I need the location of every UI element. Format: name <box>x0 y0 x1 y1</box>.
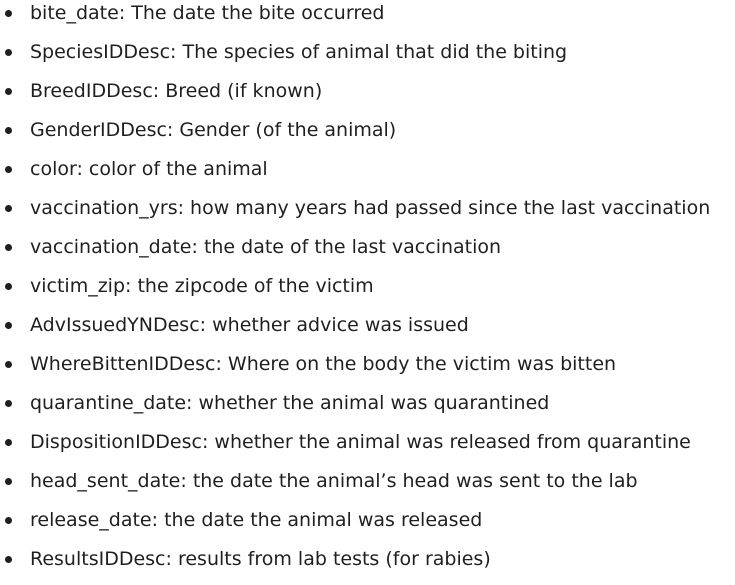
bullet-icon <box>5 361 12 368</box>
bullet-icon <box>5 439 12 446</box>
field-description: whether the animal was quarantined <box>198 392 550 414</box>
list-item: SpeciesIDDesc: The species of animal tha… <box>0 39 735 78</box>
list-item: release_date: the date the animal was re… <box>0 507 735 546</box>
list-item: ResultsIDDesc: results from lab tests (f… <box>0 546 735 585</box>
list-item: DispositionIDDesc: whether the animal wa… <box>0 429 735 468</box>
field-description: the zipcode of the victim <box>137 275 374 297</box>
field-description: Breed (if known) <box>165 80 323 102</box>
list-item: vaccination_yrs: how many years had pass… <box>0 195 735 234</box>
list-item: GenderIDDesc: Gender (of the animal) <box>0 117 735 156</box>
field-description: The species of animal that did the bitin… <box>182 41 568 63</box>
field-name: vaccination_yrs <box>30 197 178 219</box>
bullet-icon <box>5 88 12 95</box>
list-item: WhereBittenIDDesc: Where on the body the… <box>0 351 735 390</box>
list-item: color: color of the animal <box>0 156 735 195</box>
bullet-icon <box>5 283 12 290</box>
list-item: bite_date: The date the bite occurred <box>0 0 735 39</box>
list-item: quarantine_date: whether the animal was … <box>0 390 735 429</box>
field-name: head_sent_date <box>30 470 181 492</box>
list-item: vaccination_date: the date of the last v… <box>0 234 735 273</box>
field-name: AdvIssuedYNDesc <box>30 314 200 336</box>
bullet-icon <box>5 322 12 329</box>
bullet-icon <box>5 49 12 56</box>
bullet-icon <box>5 10 12 17</box>
list-item: head_sent_date: the date the animal’s he… <box>0 468 735 507</box>
bullet-icon <box>5 244 12 251</box>
field-name: SpeciesIDDesc <box>30 41 171 63</box>
field-name: release_date <box>30 509 152 531</box>
bullet-icon <box>5 478 12 485</box>
field-description: whether advice was issued <box>212 314 469 336</box>
field-name: vaccination_date <box>30 236 192 258</box>
field-description: color of the animal <box>88 158 268 180</box>
field-description: The date the bite occurred <box>131 2 385 24</box>
bullet-icon <box>5 556 12 563</box>
list-item: victim_zip: the zipcode of the victim <box>0 273 735 312</box>
field-name: DispositionIDDesc <box>30 431 202 453</box>
field-description: whether the animal was released from qua… <box>214 431 691 453</box>
bullet-icon <box>5 166 12 173</box>
list-item: AdvIssuedYNDesc: whether advice was issu… <box>0 312 735 351</box>
field-name: victim_zip <box>30 275 126 297</box>
bullet-icon <box>5 400 12 407</box>
field-description: the date of the last vaccination <box>203 236 502 258</box>
field-description: the date the animal’s head was sent to t… <box>192 470 638 492</box>
bullet-icon <box>5 205 12 212</box>
field-name: bite_date <box>30 2 119 24</box>
field-description: how many years had passed since the last… <box>190 197 711 219</box>
field-name: WhereBittenIDDesc <box>30 353 216 375</box>
field-description: Gender (of the animal) <box>179 119 397 141</box>
bullet-icon <box>5 127 12 134</box>
field-name: color <box>30 158 77 180</box>
bullet-icon <box>5 517 12 524</box>
field-name: GenderIDDesc <box>30 119 167 141</box>
list-item: BreedIDDesc: Breed (if known) <box>0 78 735 117</box>
field-name: BreedIDDesc <box>30 80 153 102</box>
field-name: ResultsIDDesc <box>30 548 166 570</box>
field-name: quarantine_date <box>30 392 187 414</box>
field-description: the date the animal was released <box>164 509 483 531</box>
field-description-list: bite_date: The date the bite occurred Sp… <box>0 0 735 585</box>
field-description: results from lab tests (for rabies) <box>177 548 491 570</box>
field-description: Where on the body the victim was bitten <box>227 353 617 375</box>
